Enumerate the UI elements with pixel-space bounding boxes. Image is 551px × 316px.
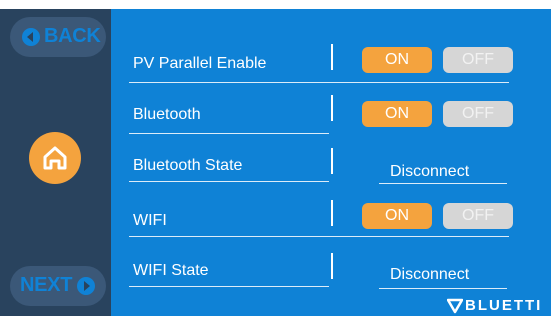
back-arrow-icon: [22, 28, 40, 46]
home-icon: [43, 146, 67, 170]
next-label: NEXT: [20, 274, 73, 296]
row-separator: [129, 82, 509, 83]
setting-label-bluetooth: Bluetooth: [133, 106, 201, 123]
pv-parallel-off-button[interactable]: OFF: [443, 47, 513, 73]
wifi-off-button[interactable]: OFF: [443, 203, 513, 229]
setting-label-pv-parallel: PV Parallel Enable: [133, 55, 267, 72]
row-separator: [129, 133, 329, 134]
row-divider: [331, 200, 333, 226]
setting-label-bluetooth-state: Bluetooth State: [133, 157, 243, 174]
row-separator: [129, 286, 329, 287]
bluetooth-state-value: Disconnect: [390, 163, 470, 180]
pv-parallel-on-button[interactable]: ON: [362, 47, 432, 73]
next-arrow-icon: [77, 277, 95, 295]
status-underline: [379, 183, 507, 184]
wifi-on-button[interactable]: ON: [362, 203, 432, 229]
setting-label-wifi: WIFI: [133, 212, 167, 229]
back-button[interactable]: BACK: [10, 17, 106, 57]
status-underline: [379, 288, 507, 289]
brand-name: BLUETTI: [465, 297, 543, 314]
wifi-state-value: Disconnect: [390, 266, 470, 283]
sidebar: BACK NEXT: [0, 9, 111, 316]
back-label: BACK: [44, 25, 101, 47]
next-button[interactable]: NEXT: [10, 266, 106, 306]
bluetooth-off-button[interactable]: OFF: [443, 101, 513, 127]
bluetooth-on-button[interactable]: ON: [362, 101, 432, 127]
bluetti-logo-mark-icon: [447, 298, 463, 314]
row-divider: [331, 253, 333, 279]
row-divider: [331, 95, 333, 121]
row-divider: [331, 148, 333, 174]
top-bar: [0, 0, 551, 9]
row-divider: [331, 44, 333, 70]
settings-screen: BACK NEXT PV Parallel Enable ON OFF Blue…: [0, 0, 551, 316]
row-separator: [129, 181, 329, 182]
setting-label-wifi-state: WIFI State: [133, 262, 209, 279]
home-button[interactable]: [29, 132, 81, 184]
row-separator: [129, 236, 509, 237]
